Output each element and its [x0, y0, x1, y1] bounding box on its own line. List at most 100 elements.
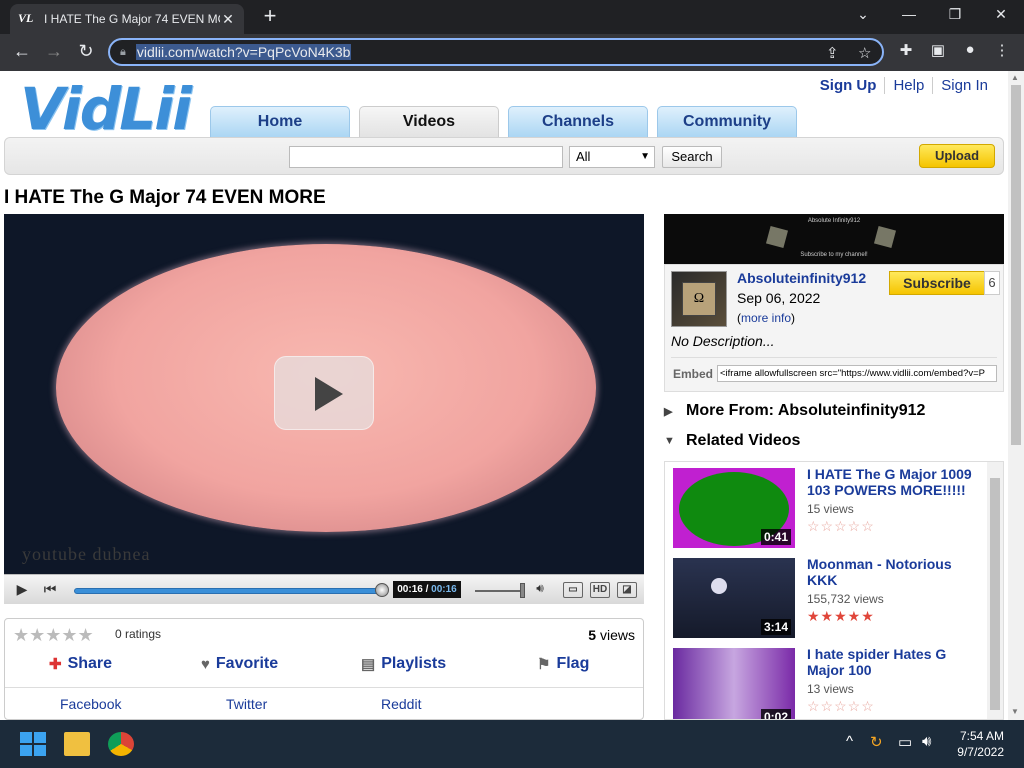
tab-channels[interactable]: Channels: [508, 106, 648, 138]
theater-mode-icon[interactable]: ▭: [563, 582, 583, 598]
page-scrollbar[interactable]: ▲ ▼: [1008, 71, 1024, 720]
reload-icon[interactable]: ↻: [74, 41, 98, 62]
video-thumbnail[interactable]: 0:02: [673, 648, 795, 719]
search-category-select[interactable]: All ▼: [569, 146, 655, 168]
avatar[interactable]: Ω: [671, 271, 727, 327]
flag-icon: ⚑: [537, 656, 551, 673]
volume-icon[interactable]: 🔊︎: [922, 733, 931, 750]
embed-row: [671, 357, 997, 364]
close-tab-icon[interactable]: ✕: [220, 11, 236, 28]
upload-date: Sep 06, 2022: [737, 290, 821, 306]
related-scroll-thumb[interactable]: [990, 478, 1000, 710]
related-video-title[interactable]: I HATE The G Major 1009 103 POWERS MORE!…: [807, 466, 979, 498]
list-item[interactable]: 3:14 Moonman - Notorious KKK 155,732 vie…: [673, 552, 983, 638]
more-from-header[interactable]: ▶ More From: Absoluteinfinity912: [664, 402, 925, 420]
video-thumbnail[interactable]: 3:14: [673, 558, 795, 638]
related-video-title[interactable]: I hate spider Hates G Major 100: [807, 646, 979, 678]
update-icon[interactable]: ↻: [870, 733, 883, 751]
browser-tab[interactable]: VL I HATE The G Major 74 EVEN MO ✕: [10, 4, 244, 34]
share-page-icon[interactable]: ⇪: [826, 44, 839, 62]
tab-title: I HATE The G Major 74 EVEN MO: [44, 12, 220, 26]
banner-cube-right: [873, 225, 897, 249]
share-button[interactable]: ✚ Share: [49, 655, 112, 673]
fullscreen-icon[interactable]: ◪: [617, 582, 637, 598]
rating-stars[interactable]: ★★★★★: [13, 625, 94, 646]
sign-in-link[interactable]: Sign In: [932, 77, 996, 94]
search-bar: All ▼ Search Upload: [4, 137, 1004, 175]
related-videos-list: 0:41 I HATE The G Major 1009 103 POWERS …: [664, 461, 1004, 720]
page-scroll-thumb[interactable]: [1011, 85, 1021, 445]
help-link[interactable]: Help: [884, 77, 932, 94]
tray-chevron-icon[interactable]: ^: [846, 733, 853, 750]
list-item[interactable]: 0:02 I hate spider Hates G Major 100 13 …: [673, 642, 983, 719]
expand-arrow-icon: ▶: [664, 405, 673, 418]
speaker-icon[interactable]: 🔊︎: [528, 581, 552, 601]
related-scrollbar[interactable]: [987, 462, 1003, 719]
tab-search-icon[interactable]: ⌄: [848, 6, 878, 23]
close-window-button[interactable]: ✕: [986, 6, 1016, 23]
moon-shape: [711, 578, 727, 594]
menu-icon[interactable]: ⋮: [990, 41, 1014, 59]
search-category-value: All: [576, 149, 591, 164]
video-info-box: ★★★★★ 0 ratings 5 views ✚ Share ♥ Favorite…: [4, 618, 644, 720]
extensions-icon[interactable]: ✚: [894, 41, 918, 59]
ratings-count: 0 ratings: [115, 627, 162, 641]
progress-handle[interactable]: [375, 583, 389, 597]
play-icon[interactable]: ▶: [10, 581, 34, 601]
bookmark-star-icon[interactable]: ☆: [858, 44, 871, 62]
tab-home[interactable]: Home: [210, 106, 350, 138]
play-overlay-icon[interactable]: [274, 356, 374, 430]
playlists-button[interactable]: ▤ Playlists: [361, 655, 446, 673]
facebook-link[interactable]: Facebook: [60, 696, 121, 712]
volume-handle[interactable]: [520, 583, 525, 598]
network-icon[interactable]: ▭: [898, 733, 912, 751]
start-icon[interactable]: [20, 732, 46, 756]
restart-icon[interactable]: ⏮: [38, 581, 62, 601]
search-input[interactable]: [289, 146, 563, 168]
scroll-down-icon[interactable]: ▼: [1011, 707, 1019, 716]
address-bar[interactable]: 🔒︎ vidlii.com/watch?v=PqPcVoN4K3b ⇪ ☆: [108, 38, 884, 66]
file-explorer-icon[interactable]: [64, 732, 90, 756]
vidlii-logo[interactable]: VidLii: [20, 75, 192, 143]
volume-track[interactable]: [475, 590, 523, 592]
clock-time: 7:54 AM: [959, 729, 1004, 743]
search-button[interactable]: Search: [662, 146, 722, 168]
chrome-icon[interactable]: [108, 732, 134, 756]
favorite-button[interactable]: ♥ Favorite: [201, 655, 278, 673]
side-panel-icon[interactable]: ▣: [926, 41, 950, 59]
scroll-up-icon[interactable]: ▲: [1011, 73, 1019, 82]
embed-code-field[interactable]: <iframe allowfullscreen src="https://www…: [717, 365, 997, 382]
tab-videos[interactable]: Videos: [359, 106, 499, 138]
subscribe-button[interactable]: Subscribe: [889, 271, 985, 295]
list-item[interactable]: 0:41 I HATE The G Major 1009 103 POWERS …: [673, 462, 983, 548]
rating-stars: ★★★★★: [807, 608, 875, 624]
restore-button[interactable]: ❐: [940, 6, 970, 23]
back-icon[interactable]: ←: [10, 41, 34, 62]
channel-name-link[interactable]: Absoluteinfinity912: [737, 270, 866, 286]
rating-stars: ☆☆☆☆☆: [807, 698, 875, 714]
tab-community[interactable]: Community: [657, 106, 797, 138]
embed-label: Embed: [673, 367, 714, 381]
collapse-arrow-icon: ▼: [664, 435, 675, 447]
hd-icon[interactable]: HD: [590, 582, 610, 598]
video-thumbnail[interactable]: 0:41: [673, 468, 795, 548]
related-video-views: 155,732 views: [807, 592, 884, 606]
twitter-link[interactable]: Twitter: [226, 696, 267, 712]
taskbar-clock[interactable]: 7:54 AM 9/7/2022: [957, 728, 1004, 760]
start-tile: [20, 732, 32, 743]
profile-icon[interactable]: ●: [958, 41, 982, 58]
minimize-button[interactable]: —: [894, 6, 924, 22]
progress-bar[interactable]: [74, 588, 388, 594]
related-video-title[interactable]: Moonman - Notorious KKK: [807, 556, 979, 588]
sign-up-link[interactable]: Sign Up: [812, 77, 885, 94]
new-tab-button[interactable]: +: [258, 5, 282, 29]
upload-button[interactable]: Upload: [919, 144, 995, 168]
reddit-link[interactable]: Reddit: [381, 696, 421, 712]
more-info-link[interactable]: more info: [741, 311, 791, 325]
forward-icon[interactable]: →: [42, 41, 66, 62]
channel-banner[interactable]: Absolute Infinity912 Subscribe to my cha…: [664, 214, 1004, 264]
related-videos-header[interactable]: ▼ Related Videos: [664, 432, 800, 450]
flag-button[interactable]: ⚑ Flag: [537, 655, 589, 673]
duration-badge: 0:41: [760, 529, 791, 545]
video-player[interactable]: youtube dubnea: [4, 214, 644, 604]
